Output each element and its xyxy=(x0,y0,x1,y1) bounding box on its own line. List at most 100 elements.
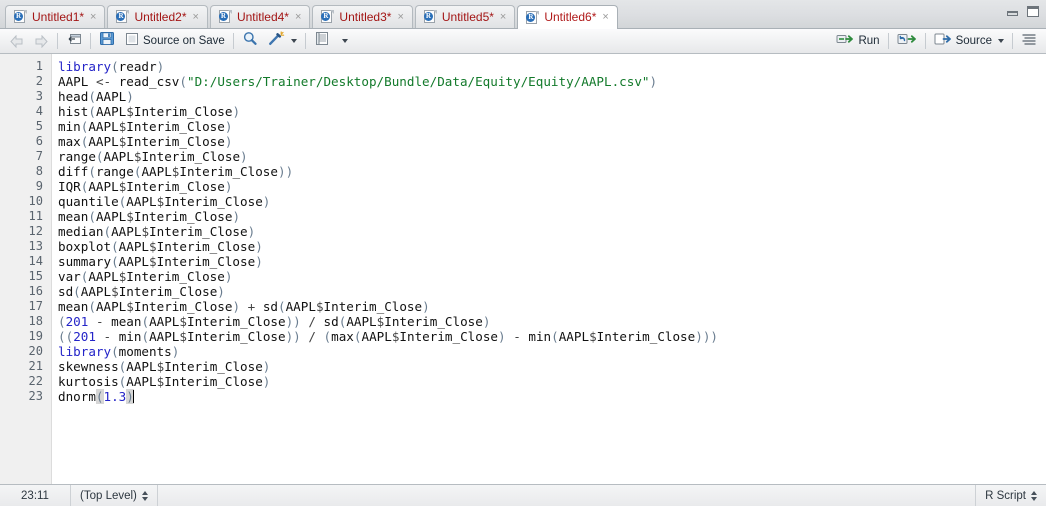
editor-toolbar: Source on Save Run Source xyxy=(0,29,1046,54)
code-line: summary(AAPL$Interim_Close) xyxy=(58,254,263,269)
code-line: sd(AAPL$Interim_Close) xyxy=(58,284,225,299)
close-icon[interactable]: × xyxy=(294,11,302,23)
source-icon xyxy=(934,32,952,51)
chevron-updown-icon[interactable] xyxy=(1031,490,1037,501)
forward-button[interactable] xyxy=(29,31,54,52)
line-number: 12 xyxy=(28,224,43,238)
line-number: 3 xyxy=(35,89,43,103)
line-number: 14 xyxy=(28,254,43,268)
close-icon[interactable]: × xyxy=(89,11,97,23)
window-controls xyxy=(1006,5,1040,18)
source-on-save-checkbox[interactable] xyxy=(125,32,139,51)
run-button[interactable]: Run xyxy=(831,31,884,52)
line-number: 19 xyxy=(28,329,43,343)
code-line: quantile(AAPL$Interim_Close) xyxy=(58,194,271,209)
line-number: 1 xyxy=(35,59,43,73)
editor-tab-untitled5[interactable]: R Untitled5* × xyxy=(414,5,516,28)
code-line: library(moments) xyxy=(58,344,180,359)
code-line: (201 - mean(AAPL$Interim_Close)) / sd(AA… xyxy=(58,314,491,329)
back-button[interactable] xyxy=(4,31,29,52)
r-script-icon: R xyxy=(321,10,335,24)
line-number: 18 xyxy=(28,314,43,328)
editor-tab-label: Untitled6* xyxy=(544,10,597,24)
r-script-icon: R xyxy=(14,10,27,24)
r-script-icon: R xyxy=(218,10,232,24)
scope-label: (Top Level) xyxy=(80,489,137,502)
r-script-icon: R xyxy=(116,10,130,24)
line-number: 6 xyxy=(35,134,43,148)
editor-tab-label: Untitled5* xyxy=(441,9,494,24)
r-script-icon: R xyxy=(423,10,437,24)
close-icon[interactable]: × xyxy=(499,11,507,23)
code-line: mean(AAPL$Interim_Close) + sd(AAPL$Inter… xyxy=(58,299,430,314)
document-outline-icon xyxy=(1021,32,1037,51)
compile-report-button[interactable] xyxy=(309,31,335,52)
code-line: kurtosis(AAPL$Interim_Close) xyxy=(58,374,271,389)
chevron-down-icon[interactable] xyxy=(341,39,348,43)
line-number: 7 xyxy=(35,149,43,163)
editor-tab-untitled6[interactable]: R Untitled6* × xyxy=(517,5,618,29)
minimize-icon[interactable] xyxy=(1006,5,1020,18)
code-line: library(readr) xyxy=(58,59,165,74)
close-icon[interactable]: × xyxy=(601,12,609,23)
code-editor[interactable]: 1 2 3 4 5 6 7 8 9 10 11 12 13 14 15 16 1… xyxy=(0,54,1046,485)
code-line: dnorm(1.3) xyxy=(58,389,134,404)
close-icon[interactable]: × xyxy=(396,11,404,23)
rerun-button[interactable] xyxy=(892,31,922,52)
maximize-icon[interactable] xyxy=(1026,5,1040,18)
code-line: max(AAPL$Interim_Close) xyxy=(58,134,233,149)
source-on-save-toggle[interactable]: Source on Save xyxy=(120,31,230,52)
show-in-new-window-icon xyxy=(66,32,82,51)
line-number-gutter: 1 2 3 4 5 6 7 8 9 10 11 12 13 14 15 16 1… xyxy=(0,54,52,484)
line-number: 5 xyxy=(35,119,43,133)
code-text-area[interactable]: library(readr) AAPL <- read_csv("D:/Users… xyxy=(52,54,1046,484)
chevron-down-icon[interactable] xyxy=(998,39,1004,43)
r-script-icon: R xyxy=(526,10,540,25)
document-outline-button[interactable] xyxy=(1016,31,1042,52)
code-line: AAPL <- read_csv("D:/Users/Trainer/Deskt… xyxy=(58,74,658,89)
file-type-label: R Script xyxy=(985,489,1026,502)
save-icon xyxy=(99,31,115,51)
file-type-selector[interactable]: R Script xyxy=(975,485,1046,506)
code-line: median(AAPL$Interim_Close) xyxy=(58,224,256,239)
line-number: 17 xyxy=(28,299,43,313)
editor-tab-untitled3[interactable]: R Untitled3* × xyxy=(312,5,413,28)
compile-report-menu[interactable] xyxy=(335,31,353,52)
chevron-down-icon[interactable] xyxy=(290,39,297,43)
toolbar-divider xyxy=(57,33,58,49)
rstudio-source-pane: R Untitled1* × R Untitled2* × R Untitled… xyxy=(0,0,1046,506)
editor-tab-label: Untitled4* xyxy=(236,9,289,24)
back-arrow-icon xyxy=(9,34,24,48)
code-line: range(AAPL$Interim_Close) xyxy=(58,149,248,164)
editor-tab-untitled1[interactable]: R Untitled1* × xyxy=(5,5,106,28)
code-line: var(AAPL$Interim_Close) xyxy=(58,269,233,284)
find-replace-button[interactable] xyxy=(237,31,263,52)
notebook-icon xyxy=(314,31,330,51)
line-number: 22 xyxy=(28,374,43,388)
code-tools-button[interactable] xyxy=(263,31,302,52)
show-in-new-window-button[interactable] xyxy=(61,31,87,52)
line-number: 10 xyxy=(28,194,43,208)
toolbar-divider xyxy=(887,33,889,49)
scope-selector[interactable]: (Top Level) xyxy=(71,485,158,506)
save-button[interactable] xyxy=(94,31,120,52)
chevron-updown-icon[interactable] xyxy=(141,490,148,501)
run-label: Run xyxy=(858,34,880,47)
code-line: boxplot(AAPL$Interim_Close) xyxy=(58,239,263,254)
source-label: Source xyxy=(955,34,992,47)
rerun-icon xyxy=(897,32,917,51)
line-number: 21 xyxy=(28,359,43,373)
line-number: 20 xyxy=(28,344,43,358)
editor-tab-label: Untitled2* xyxy=(134,9,187,24)
source-button[interactable]: Source xyxy=(929,31,1009,52)
run-icon xyxy=(836,32,854,51)
editor-tab-untitled2[interactable]: R Untitled2* × xyxy=(107,5,208,28)
editor-tab-untitled4[interactable]: R Untitled4* × xyxy=(209,5,311,28)
code-line: diff(range(AAPL$Interim_Close)) xyxy=(58,164,294,179)
line-number: 13 xyxy=(28,239,43,253)
close-icon[interactable]: × xyxy=(192,11,200,23)
code-line: IQR(AAPL$Interim_Close) xyxy=(58,179,233,194)
line-number: 11 xyxy=(28,209,43,223)
source-on-save-label: Source on Save xyxy=(143,34,225,47)
toolbar-divider xyxy=(1012,33,1013,49)
